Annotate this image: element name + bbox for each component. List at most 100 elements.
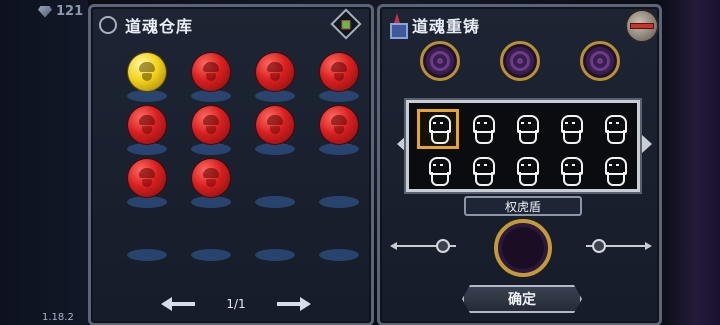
prev-page-arrow-icon[interactable] bbox=[161, 297, 195, 311]
soul-slot bbox=[179, 210, 243, 263]
pager: 1/1 bbox=[161, 293, 311, 315]
empty-slot-icon bbox=[590, 51, 610, 71]
slot-pedestal bbox=[319, 196, 359, 208]
filter-diamond-button[interactable] bbox=[330, 8, 362, 40]
version-label: 1.18.2 bbox=[42, 312, 74, 323]
soul-slot bbox=[115, 210, 179, 263]
soul-slot[interactable] bbox=[243, 104, 307, 157]
soul-slot[interactable] bbox=[179, 51, 243, 104]
recast-slot-3[interactable] bbox=[580, 41, 620, 81]
slot-pedestal bbox=[319, 249, 359, 261]
soul-slot[interactable] bbox=[115, 157, 179, 210]
hero-selector bbox=[406, 100, 640, 192]
slot-pedestal bbox=[319, 90, 359, 102]
recast-slot-1[interactable] bbox=[420, 41, 460, 81]
recast-slot-2[interactable] bbox=[500, 41, 540, 81]
slot-pedestal bbox=[191, 249, 231, 261]
circle-icon bbox=[99, 16, 117, 34]
hero-portrait-icon bbox=[558, 115, 583, 144]
hero-face-icon bbox=[136, 167, 158, 189]
hero-next-arrow-icon[interactable] bbox=[642, 135, 652, 153]
hero-portrait[interactable] bbox=[505, 151, 547, 191]
hero-portrait[interactable] bbox=[417, 109, 459, 149]
empty-slot-icon bbox=[430, 51, 450, 71]
soul-recast-panel: 道魂重铸 权虎盾 确定 bbox=[377, 4, 662, 325]
soul-storage-panel: 道魂仓库 1/1 bbox=[88, 4, 374, 325]
soul-slot[interactable] bbox=[179, 104, 243, 157]
storage-title: 道魂仓库 bbox=[125, 17, 194, 36]
background-left bbox=[0, 0, 88, 325]
slot-pedestal bbox=[191, 90, 231, 102]
recast-result-slot[interactable] bbox=[494, 219, 552, 277]
hero-face-icon bbox=[200, 167, 222, 189]
slot-pedestal bbox=[255, 143, 295, 155]
slot-pedestal bbox=[319, 143, 359, 155]
red-soul-orb-icon[interactable] bbox=[192, 106, 230, 144]
confirm-button[interactable]: 确定 bbox=[462, 285, 582, 313]
soul-slot[interactable] bbox=[115, 51, 179, 104]
soul-slot[interactable] bbox=[115, 104, 179, 157]
selected-hero-name: 权虎盾 bbox=[464, 196, 582, 216]
hero-face-icon bbox=[136, 61, 158, 83]
slot-pedestal bbox=[127, 90, 167, 102]
hero-portrait-icon bbox=[426, 157, 451, 186]
soul-slot[interactable] bbox=[307, 104, 371, 157]
gem-icon bbox=[38, 5, 52, 18]
hero-portrait-icon bbox=[558, 157, 583, 186]
soul-slot bbox=[243, 157, 307, 210]
red-soul-orb-icon[interactable] bbox=[128, 106, 166, 144]
recast-title: 道魂重铸 bbox=[412, 17, 481, 36]
soul-slot[interactable] bbox=[243, 51, 307, 104]
soul-slot bbox=[307, 157, 371, 210]
hero-portrait-icon bbox=[602, 157, 627, 186]
hero-portrait-icon bbox=[602, 115, 627, 144]
close-button[interactable] bbox=[625, 9, 659, 43]
gem-count-value: 121 bbox=[56, 4, 84, 19]
ornament-right bbox=[566, 239, 652, 253]
slot-pedestal bbox=[191, 196, 231, 208]
hero-face-icon bbox=[200, 114, 222, 136]
hero-face-icon bbox=[264, 114, 286, 136]
red-soul-orb-icon[interactable] bbox=[128, 159, 166, 197]
gold-soul-orb-icon[interactable] bbox=[128, 53, 166, 91]
hero-face-icon bbox=[328, 61, 350, 83]
red-soul-orb-icon[interactable] bbox=[192, 53, 230, 91]
hero-portrait-icon bbox=[470, 157, 495, 186]
recast-input-slots bbox=[420, 41, 620, 81]
empty-slot-icon bbox=[510, 51, 530, 71]
red-soul-orb-icon[interactable] bbox=[320, 53, 358, 91]
gem-counter: 121 bbox=[38, 4, 83, 19]
slot-pedestal bbox=[127, 196, 167, 208]
background-right bbox=[660, 0, 720, 325]
hero-portrait-icon bbox=[470, 115, 495, 144]
red-soul-orb-icon[interactable] bbox=[192, 159, 230, 197]
red-soul-orb-icon[interactable] bbox=[256, 53, 294, 91]
soul-slot bbox=[307, 210, 371, 263]
storage-header: 道魂仓库 bbox=[95, 8, 367, 40]
slot-pedestal bbox=[127, 249, 167, 261]
page-indicator: 1/1 bbox=[226, 297, 246, 311]
red-soul-orb-icon[interactable] bbox=[256, 106, 294, 144]
hero-portrait-icon bbox=[514, 157, 539, 186]
hero-portrait[interactable] bbox=[593, 109, 635, 149]
hero-portrait[interactable] bbox=[549, 151, 591, 191]
hero-portrait[interactable] bbox=[461, 109, 503, 149]
hero-grid bbox=[417, 109, 635, 191]
hero-portrait-icon bbox=[514, 115, 539, 144]
hero-portrait[interactable] bbox=[505, 109, 547, 149]
next-page-arrow-icon[interactable] bbox=[277, 297, 311, 311]
red-soul-orb-icon[interactable] bbox=[320, 106, 358, 144]
soul-slot[interactable] bbox=[307, 51, 371, 104]
slot-pedestal bbox=[255, 90, 295, 102]
hero-portrait[interactable] bbox=[549, 109, 591, 149]
soul-slot[interactable] bbox=[179, 157, 243, 210]
slot-pedestal bbox=[255, 249, 295, 261]
hero-portrait[interactable] bbox=[593, 151, 635, 191]
dragon-icon bbox=[388, 13, 408, 39]
recast-header: 道魂重铸 bbox=[384, 9, 659, 43]
hero-portrait[interactable] bbox=[417, 151, 459, 191]
hero-portrait[interactable] bbox=[461, 151, 503, 191]
slot-pedestal bbox=[191, 143, 231, 155]
ornament-left bbox=[390, 239, 476, 253]
slot-pedestal bbox=[255, 196, 295, 208]
